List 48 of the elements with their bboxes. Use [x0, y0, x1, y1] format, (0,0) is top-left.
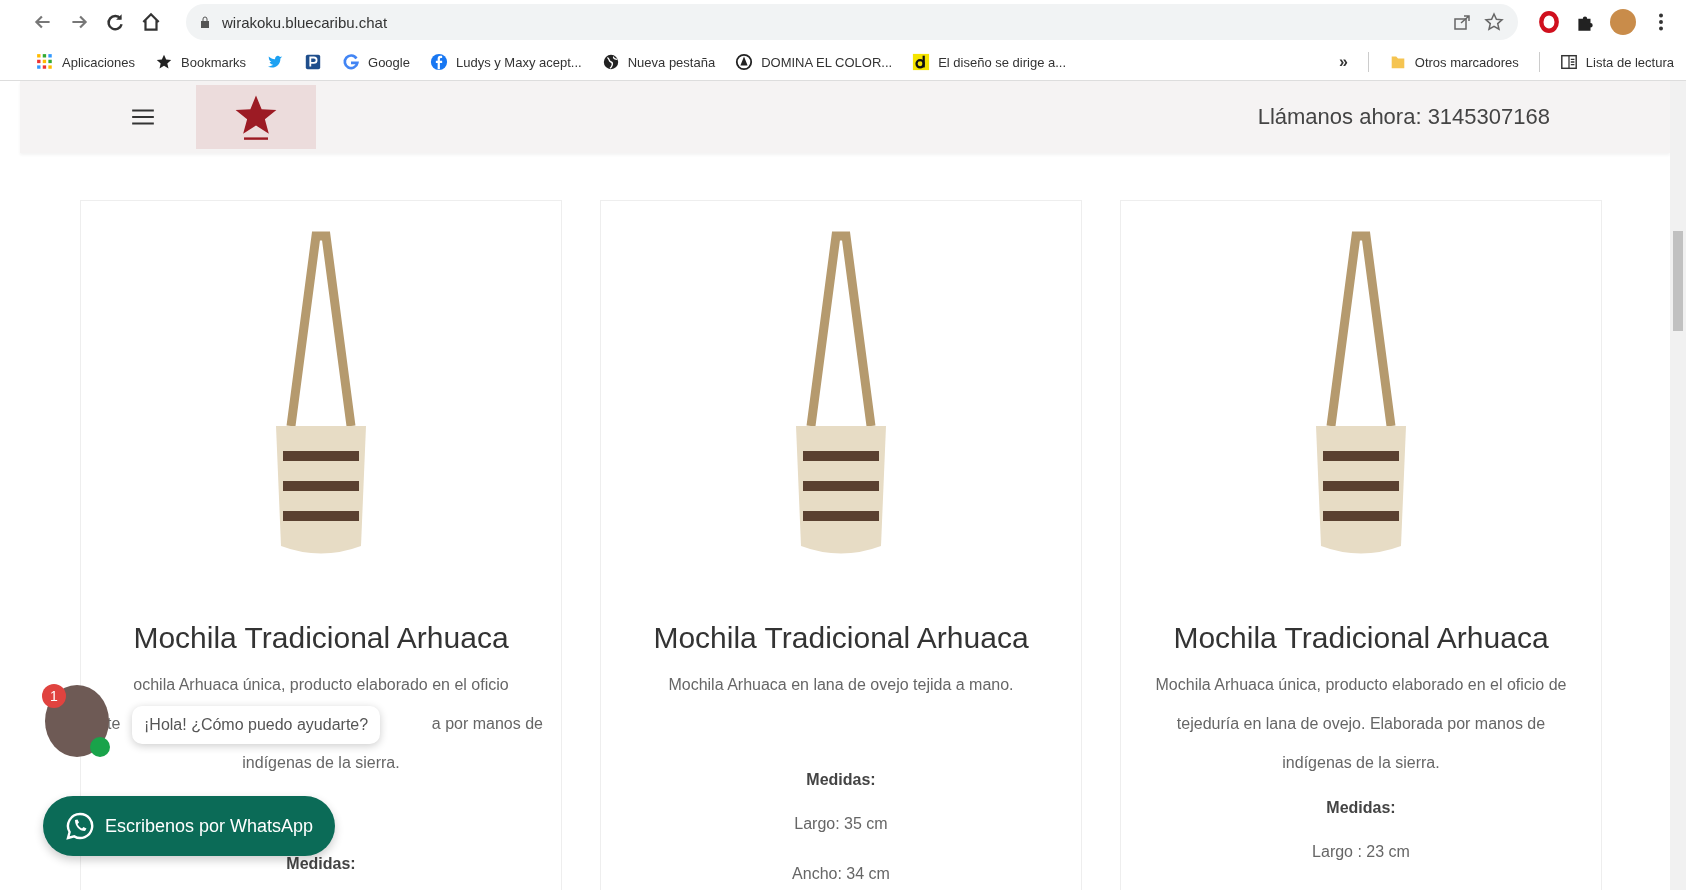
measure-text: Ancho: 34 cm: [792, 864, 890, 884]
whatsapp-button[interactable]: Escribenos por WhatsApp: [43, 796, 336, 856]
measure-text: Largo : 23 cm: [1312, 842, 1410, 862]
product-title: Mochila Tradicional Arhuaca: [133, 621, 509, 655]
product-title: Mochila Tradicional Arhuaca: [1173, 621, 1549, 655]
o-logo-icon[interactable]: [1538, 11, 1560, 33]
star-icon: [155, 53, 173, 71]
g-logo-icon: [342, 53, 361, 71]
product-description: Mochila Arhuaca única, producto elaborado en el oficio de tejeduría en lana de ovejo. Elaborada por manos de indígenas de la sierra.: [1154, 675, 1568, 773]
home-icon[interactable]: [140, 11, 162, 33]
bookmark-item[interactable]: Google: [342, 53, 410, 71]
lock-icon: [200, 16, 210, 28]
scrollbar[interactable]: [1670, 81, 1686, 890]
profile-avatar[interactable]: [1610, 9, 1636, 35]
description-text: a por manos de: [431, 714, 543, 734]
product-description: Mochila Arhuaca en lana de ovejo tejida a mano.: [668, 675, 1014, 695]
bookmark-item[interactable]: DOMINA EL COLOR...: [735, 53, 893, 71]
whatsapp-icon: [65, 811, 95, 841]
bookmark-item[interactable]: Aplicaciones: [36, 53, 135, 71]
chat-bubble: ¡Hola! ¿Cómo puedo ayudarte?: [132, 706, 381, 744]
address-bar[interactable]: wirakoku.bluecaribu.chat: [186, 4, 1518, 40]
reading-list-button[interactable]: Lista de lectura: [1559, 53, 1674, 71]
phone-text: Llámanos ahora: 3145307168: [1257, 104, 1550, 130]
measures-label: Medidas:: [1326, 798, 1396, 818]
description-text: indígenas de la sierra.: [242, 753, 400, 773]
measure-text: Largo: 35 cm: [794, 814, 888, 834]
star-icon[interactable]: [1484, 12, 1504, 32]
product-title: Mochila Tradicional Arhuaca: [653, 621, 1029, 655]
d-logo-icon: [912, 53, 931, 71]
bookmark-item[interactable]: El diseño se dirige a...: [912, 53, 1067, 71]
bookmark-item[interactable]: Bookmarks: [155, 53, 247, 71]
measures-label: Medidas:: [806, 770, 876, 790]
list-icon: [1559, 53, 1578, 71]
more-bookmarks-button[interactable]: »: [1338, 53, 1348, 71]
measures-label: Medidas:: [286, 854, 356, 874]
bookmark-item[interactable]: [304, 53, 323, 71]
bookmark-item[interactable]: Nueva pestaña: [601, 53, 716, 71]
grid-icon: [36, 53, 54, 71]
description-text: ochila Arhuaca única, producto elaborado en el oficio: [133, 675, 509, 695]
circle-logo-icon: [735, 53, 754, 71]
share-icon[interactable]: [1452, 12, 1472, 32]
f-logo-icon: [429, 53, 448, 71]
p-square-icon: [304, 53, 323, 71]
menu-icon[interactable]: [130, 106, 156, 128]
scrollbar-thumb[interactable]: [1673, 231, 1683, 331]
bookmark-item[interactable]: Ludys y Maxy acept...: [429, 53, 582, 71]
globe-icon: [601, 53, 620, 71]
bookmark-folder[interactable]: Otros marcadores: [1388, 53, 1519, 71]
